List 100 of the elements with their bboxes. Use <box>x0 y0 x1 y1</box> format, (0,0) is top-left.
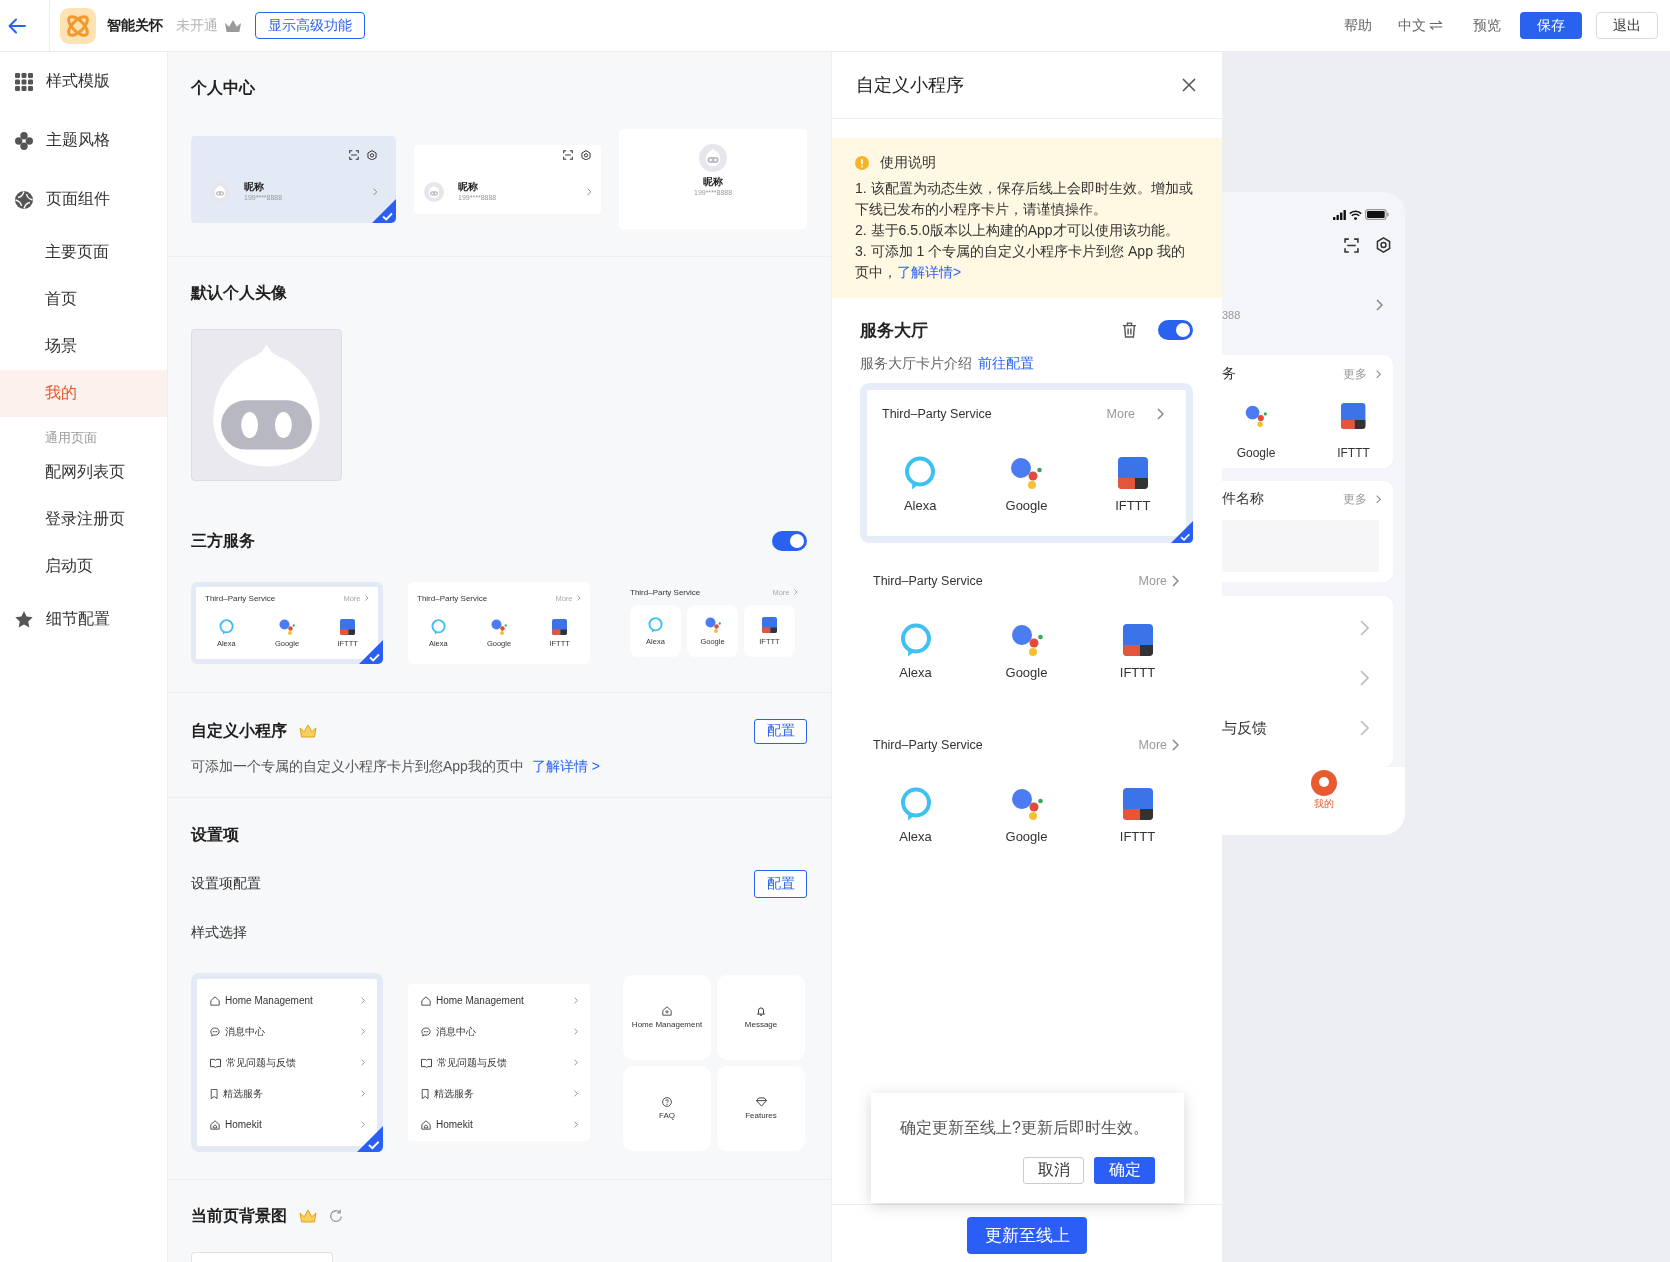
sidebar-item[interactable]: 细节配置 <box>0 590 167 649</box>
card-title: Third–Party Service <box>873 738 983 752</box>
menu-row-label: 精选服务 <box>434 1086 475 1101</box>
configure-button[interactable]: 配置 <box>754 718 807 744</box>
save-button[interactable]: 保存 <box>1520 12 1582 39</box>
more-label: More <box>1138 738 1167 752</box>
dots-logo-icon <box>1010 624 1043 656</box>
refresh-icon[interactable] <box>329 1209 343 1223</box>
split-square-logo-icon <box>1341 403 1366 429</box>
battery-icon <box>1365 209 1389 220</box>
preview-link[interactable]: 预览 <box>1473 16 1501 35</box>
chevron-right-icon <box>361 1059 365 1066</box>
cancel-button[interactable]: 取消 <box>1023 1157 1084 1184</box>
chevron-right-icon <box>574 1059 578 1066</box>
chat-bubble-icon <box>210 1026 220 1037</box>
advanced-features-button[interactable]: 显示高级功能 <box>255 12 365 39</box>
split-square-logo-icon <box>340 619 356 635</box>
service-label: Alexa <box>899 829 932 845</box>
section-title: 默认个人头像 <box>191 283 287 303</box>
ring-icon <box>1311 770 1337 796</box>
field-label: 样式选择 <box>191 923 248 942</box>
nickname-text: 昵称 <box>703 176 724 188</box>
ring-logo-icon <box>904 456 937 490</box>
house-icon <box>421 1119 431 1130</box>
configure-link[interactable]: 前往配置 <box>978 355 1034 373</box>
service-label: IFTTT <box>1115 498 1151 514</box>
sidebar-subitem[interactable]: 配网列表页 <box>0 449 167 496</box>
chevron-right-icon <box>1172 575 1179 587</box>
back-arrow-icon[interactable] <box>8 17 26 34</box>
section-title: 三方服务 <box>191 531 255 551</box>
ring-logo-icon <box>430 619 446 635</box>
configure-button[interactable]: 配置 <box>754 870 807 898</box>
sidebar-subitem[interactable]: 登录注册页 <box>0 496 167 543</box>
learn-more-link[interactable]: 了解详情 > <box>531 758 600 774</box>
trash-icon[interactable] <box>1122 322 1137 338</box>
chevron-right-icon <box>361 1028 365 1035</box>
menu-tile-label: Features <box>745 1110 777 1120</box>
more-label: More <box>1106 407 1135 421</box>
description-text: 服务大厅卡片介绍 <box>860 355 972 373</box>
robot-mascot-icon <box>212 342 321 468</box>
chevron-right-icon <box>364 595 368 601</box>
menu-row-label: Homekit <box>436 1119 473 1130</box>
tab-bar-item[interactable]: 我的 <box>1311 770 1337 810</box>
section-title: 当前页背景图 <box>191 1206 287 1226</box>
service-label: Google <box>1005 665 1048 681</box>
sidebar-subitem[interactable]: 首页 <box>0 276 167 323</box>
chevron-right-icon <box>574 1121 578 1128</box>
close-icon[interactable] <box>1182 78 1196 92</box>
diamond-icon <box>755 1096 767 1107</box>
sidebar-item[interactable]: 主题风格 <box>0 111 167 170</box>
learn-more-link[interactable]: 了解详情> <box>897 264 962 280</box>
publish-button[interactable]: 更新至线上 <box>967 1217 1087 1254</box>
sidebar-subitem[interactable]: 启动页 <box>0 543 167 590</box>
chevron-right-icon <box>576 595 580 601</box>
house-icon <box>421 995 431 1006</box>
notice-title: 使用说明 <box>880 154 936 172</box>
check-corner-icon <box>359 640 383 664</box>
chevron-right-icon <box>1172 739 1179 751</box>
settings-icon <box>581 149 592 161</box>
dots-logo-icon <box>491 619 507 635</box>
background-image-tile[interactable] <box>191 1252 333 1262</box>
section-title: 个人中心 <box>191 78 255 98</box>
card-title: Third–Party Service <box>882 407 992 421</box>
toggle-switch[interactable] <box>1158 320 1193 340</box>
split-square-logo-icon <box>762 616 777 633</box>
sidebar-item[interactable]: 样式模版 <box>0 52 167 111</box>
settings-icon <box>1376 237 1391 253</box>
sidebar-subitem[interactable]: 场景 <box>0 323 167 370</box>
bookmark-icon <box>210 1088 219 1099</box>
service-card[interactable]: Third–Party Service More Alexa Google IFTTT <box>860 557 1193 707</box>
service-card[interactable]: Third–Party Service More Alexa Google IFTTT <box>860 383 1193 543</box>
confirm-message: 确定更新至线上?更新后即时生效。 <box>900 1118 1150 1138</box>
service-card[interactable]: Third–Party Service More Alexa Google IFTTT <box>860 721 1193 871</box>
nickname-text: 昵称 <box>244 181 264 193</box>
chevron-right-icon <box>1360 670 1369 686</box>
card-title: 务 <box>1222 365 1236 383</box>
toggle-switch[interactable] <box>772 531 807 551</box>
nickname-text: 昵称 <box>458 181 479 193</box>
service-label: IFTTT <box>1119 665 1156 681</box>
sidebar-item[interactable]: 页面组件 <box>0 170 167 229</box>
menu-style-card[interactable]: Home Management Message FAQ Features <box>623 974 805 1151</box>
swap-icon[interactable] <box>1429 20 1443 31</box>
help-link[interactable]: 帮助 <box>1344 16 1372 35</box>
check-corner-icon <box>357 1126 383 1152</box>
menu-row-label: 消息中心 <box>225 1024 265 1039</box>
section-title: 自定义小程序 <box>191 721 287 741</box>
exit-button[interactable]: 退出 <box>1596 12 1658 39</box>
check-corner-icon <box>372 198 397 223</box>
card-title: Third–Party Service <box>630 587 701 597</box>
warning-icon <box>855 156 869 170</box>
language-link[interactable]: 中文 <box>1398 16 1426 35</box>
menu-style-card[interactable]: Home Management 消息中心 常见问题与反馈 精选服务 Homekit <box>191 973 383 1152</box>
wifi-icon <box>1349 209 1362 220</box>
section-title: 服务大厅 <box>860 319 928 342</box>
card-title: Third–Party Service <box>873 574 983 588</box>
sidebar-subitem[interactable]: 主要页面 <box>0 229 167 276</box>
confirm-button[interactable]: 确定 <box>1094 1157 1155 1184</box>
avatar-upload-tile[interactable] <box>191 329 342 481</box>
scan-icon <box>563 150 574 160</box>
menu-style-card[interactable]: Home Management 消息中心 常见问题与反馈 精选服务 Homekit <box>408 984 590 1141</box>
